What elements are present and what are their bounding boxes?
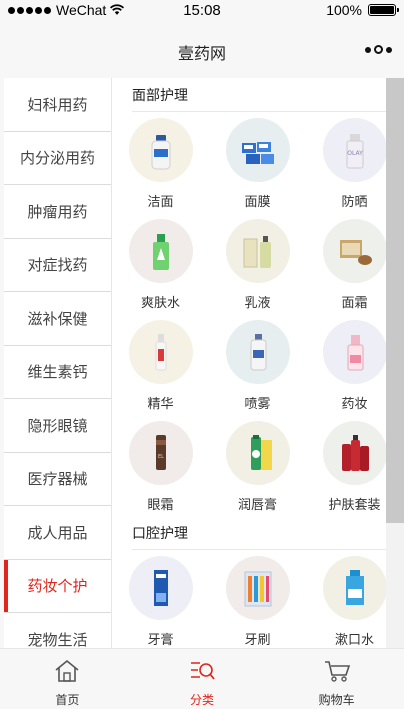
sidebar-item-label: 维生素钙 <box>27 364 88 382</box>
status-right: 100% <box>326 2 399 18</box>
toothbrush-pack-icon <box>225 556 290 620</box>
category-tile-label: 牙膏 <box>147 632 174 647</box>
sidebar-item-label: 隐形眼镜 <box>27 417 88 435</box>
toothpaste-box-icon <box>128 556 193 620</box>
category-tile-label: 乳液 <box>244 295 271 310</box>
shopping-cart-icon <box>322 658 352 689</box>
category-tile-label: 爽肤水 <box>140 295 180 310</box>
sidebar-item[interactable]: 隐形眼镜 <box>4 399 111 453</box>
sidebar-item[interactable]: 药妆个护 <box>4 559 111 613</box>
page-title: 壹药网 <box>177 46 226 63</box>
category-tile[interactable]: 面膜 <box>209 112 306 213</box>
scrollbar-thumb[interactable] <box>386 78 404 523</box>
scrollbar[interactable] <box>386 78 404 648</box>
sidebar-item-label: 妇科用药 <box>27 96 88 114</box>
eye-cream-tube-icon: EL <box>128 421 193 485</box>
sidebar-item-label: 对症找药 <box>27 257 88 275</box>
section-title: 口腔护理 <box>112 516 404 550</box>
category-content: 面部护理洁面 面膜 OLAY 防晒爽肤水 乳液 面霜精华 喷雾 药妆 EL 眼霜 润唇膏 护肤套装口腔… <box>112 78 404 648</box>
lip-balm-icon <box>225 421 290 485</box>
tab-label: 首页 <box>55 693 80 707</box>
sidebar-item[interactable]: 滋补保健 <box>4 292 111 346</box>
category-tile[interactable]: EL 眼霜 <box>112 415 209 516</box>
category-tile[interactable]: 洁面 <box>112 112 209 213</box>
nav-bar: 壹药网 <box>0 22 404 78</box>
spray-bottle-icon <box>225 320 290 384</box>
skincare-set-icon <box>322 421 387 485</box>
category-tile[interactable]: 牙膏 <box>112 550 209 648</box>
category-tile-label: 面膜 <box>244 194 271 209</box>
category-tile-label: 喷雾 <box>244 396 271 411</box>
svg-text:OLAY: OLAY <box>347 150 363 157</box>
tab-item[interactable]: 分类 <box>135 649 270 709</box>
status-bar: WeChat 15:08 100% <box>0 0 404 22</box>
sunscreen-bottle-icon: OLAY <box>322 118 387 182</box>
sidebar-item[interactable]: 维生素钙 <box>4 345 111 399</box>
sidebar-item-label: 肿瘤用药 <box>27 203 88 221</box>
section-title: 面部护理 <box>112 78 404 112</box>
tab-bar: 首页 分类 购物车 <box>0 648 404 709</box>
tab-label: 分类 <box>190 693 215 707</box>
sidebar-item-label: 滋补保健 <box>27 310 88 328</box>
category-tile[interactable]: 乳液 <box>209 213 306 314</box>
tab-label: 购物车 <box>318 693 355 707</box>
sidebar-item[interactable]: 妇科用药 <box>4 78 111 132</box>
battery-percent: 100% <box>326 2 362 18</box>
sidebar-item-label: 成人用品 <box>27 524 88 542</box>
category-sidebar: 妇科用药内分泌用药肿瘤用药对症找药滋补保健维生素钙隐形眼镜医疗器械成人用品药妆个… <box>0 78 112 648</box>
home-icon <box>52 658 82 689</box>
product-grid: 洁面 面膜 OLAY 防晒爽肤水 乳液 面霜精华 喷雾 药妆 EL 眼霜 润唇膏 护肤套装 <box>112 112 404 516</box>
face-mask-pack-icon <box>225 118 290 182</box>
category-tile-label: 精华 <box>147 396 174 411</box>
sidebar-item-label: 医疗器械 <box>27 471 88 489</box>
more-menu-icon[interactable] <box>365 45 392 54</box>
mouthwash-bottle-icon <box>322 556 387 620</box>
category-tile[interactable]: 爽肤水 <box>112 213 209 314</box>
category-tile-label: 药妆 <box>341 396 368 411</box>
category-tile-label: 漱口水 <box>334 632 374 647</box>
toner-bottle-icon <box>128 219 193 283</box>
category-tile-label: 面霜 <box>341 295 368 310</box>
category-tile-label: 防晒 <box>341 194 368 209</box>
sidebar-item[interactable]: 对症找药 <box>4 238 111 292</box>
tab-item[interactable]: 购物车 <box>269 649 404 709</box>
category-tile-label: 洁面 <box>147 194 174 209</box>
category-tile[interactable]: 润唇膏 <box>209 415 306 516</box>
category-tile[interactable]: 喷雾 <box>209 314 306 415</box>
category-tile-label: 眼霜 <box>147 497 174 512</box>
section-list: 面部护理洁面 面膜 OLAY 防晒爽肤水 乳液 面霜精华 喷雾 药妆 EL 眼霜 润唇膏 护肤套装口腔… <box>112 78 404 648</box>
sidebar-item[interactable]: 医疗器械 <box>4 452 111 506</box>
serum-bottle-icon <box>128 320 193 384</box>
tab-item[interactable]: 首页 <box>0 649 135 709</box>
cleanser-bottle-icon <box>128 118 193 182</box>
sidebar-item-label: 宠物生活 <box>27 631 88 648</box>
category-tile-label: 牙刷 <box>244 632 271 647</box>
category-tile[interactable]: 牙刷 <box>209 550 306 648</box>
sidebar-item[interactable]: 内分泌用药 <box>4 131 111 185</box>
category-tile-label: 润唇膏 <box>237 497 277 512</box>
face-cream-jar-icon <box>322 219 387 283</box>
category-tile-label: 护肤套装 <box>328 497 381 512</box>
category-search-icon <box>187 658 217 689</box>
sidebar-item[interactable]: 宠物生活 <box>4 613 111 648</box>
sidebar-item[interactable]: 成人用品 <box>4 506 111 560</box>
svg-text:EL: EL <box>158 454 164 460</box>
lotion-box-icon <box>225 219 290 283</box>
battery-icon <box>368 4 399 16</box>
cosmeceutical-bottle-icon <box>322 320 387 384</box>
sidebar-item[interactable]: 肿瘤用药 <box>4 185 111 239</box>
product-grid: 牙膏 牙刷 漱口水 <box>112 550 404 648</box>
category-tile[interactable]: 精华 <box>112 314 209 415</box>
sidebar-item-label: 内分泌用药 <box>19 150 95 168</box>
sidebar-item-label: 药妆个护 <box>27 578 88 596</box>
